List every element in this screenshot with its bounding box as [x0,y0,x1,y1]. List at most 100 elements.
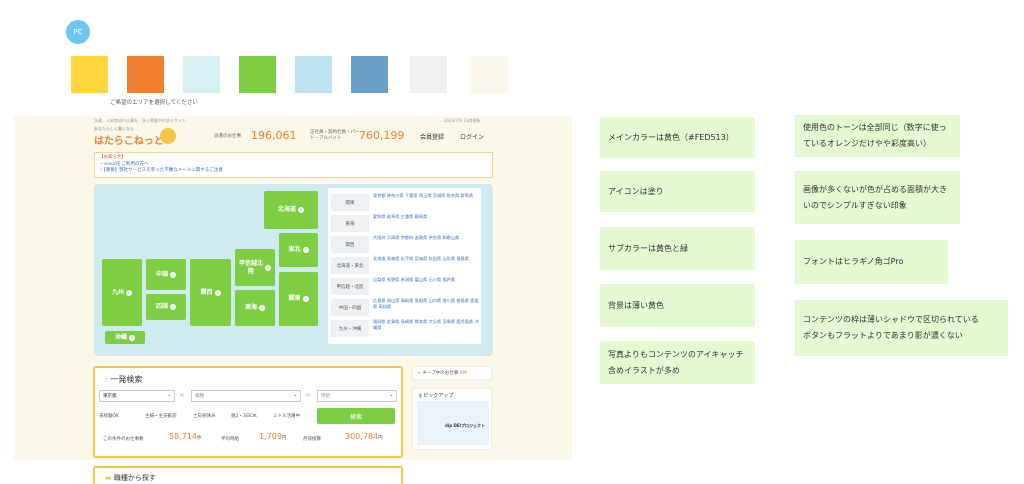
arrow-icon: › [126,289,132,296]
region-label: 関西 [200,288,213,296]
search-button[interactable]: 検索 [317,408,395,424]
arrow-icon: › [298,207,304,213]
prefecture-select-value: 東京都 [103,394,117,399]
filter-check[interactable]: 土日祝休み [193,413,216,419]
note-icons: アイコンは塗り [600,171,755,212]
color-swatch-cream [471,56,508,93]
pref-row-label: 甲信越・北陸 [331,278,369,295]
x-icon: × [305,391,311,399]
filter-check[interactable]: 週2・3日OK [231,413,257,419]
pref-row: 甲信越・北陸 山梨県 長野県 新潟県 富山県 石川県 福井県 [331,276,478,297]
prefecture-table: 関東 東京都 神奈川県 千葉県 埼玉県 茨城県 栃木県 群馬県 東海 愛知県 岐阜県… [328,188,481,344]
color-swatch-gray [410,56,447,93]
monthly-label: 月収換算 [303,437,321,442]
search-title-text: 一発検索 [110,375,143,384]
pref-links[interactable]: 北海道 青森県 岩手県 宮城県 秋田県 山形県 福島県 [373,256,479,262]
site-tagline: 派遣、人材育成の仕事を、多く掲載中の求人サイト [94,118,186,123]
prefecture-select[interactable]: 東京都 ⌄ [99,390,175,402]
quick-search-panel: ☝ 一発検索 東京都 ⌄ × 職種 ⌄ × 時給 ⌄ 未経験OK 主婦・主夫歓迎 土日… [93,366,403,458]
hourly-label: 平均時給 [221,437,239,442]
note-tone: 使用色のトーンは全部同じ（数字に使っているオレンジだけやや彩度高い） [795,115,960,157]
monthly-value: 300,784円 [345,432,383,441]
count-number: 58,714 [169,432,197,441]
pref-links[interactable]: 東京都 神奈川県 千葉県 埼玉県 茨城県 栃木県 群馬県 [373,193,479,199]
pref-links[interactable]: 福岡県 佐賀県 長崎県 熊本県 大分県 宮崎県 鹿児島県 沖縄県 [373,319,479,331]
hourly-value: 1,709円 [259,432,286,441]
count-unit: 件 [197,436,202,441]
pay-select[interactable]: 時給 ⌄ [317,390,397,402]
job-category-title: 職種から探す [113,474,156,482]
pay-select-value: 時給 [321,394,330,399]
region-tohoku[interactable]: 東北 › [279,233,318,267]
arrow-icon: › [170,271,176,278]
arrow-icon: › [302,247,309,253]
color-swatch-green [239,56,276,93]
filter-check[interactable]: 未経験OK [99,413,119,419]
keep-label: キープ中のお仕事 [422,371,459,376]
note-background: 背景は薄い黄色 [600,284,755,327]
region-chugoku[interactable]: 中国 › [146,259,186,290]
hand-icon: ☝ [103,375,108,384]
search-title: ☝ 一発検索 [103,374,142,385]
note-main-color: メインカラーは黄色（#FED513） [600,117,755,158]
notice-link-2[interactable]: ・【重要】弊社サービスを装った不審なメールに関するご注意 [99,168,488,175]
note-color-area: 画像が多くないが色が占める面積が大きいのでシンプルすぎない印象 [795,171,960,224]
job-category-panel: ▬ 職種から探す [93,466,403,484]
notice-box: 【お知らせ】 ・icloudをご利用の方へ ・【重要】弊社サービスを装った不審な… [94,152,493,178]
pref-row: 中国・四国 広島県 岡山県 鳥取県 島根県 山口県 香川県 徳島県 愛媛県 高知県 [331,297,479,318]
filter-check[interactable]: 主婦・主夫歓迎 [145,413,177,419]
color-swatch-light-blue [295,56,332,93]
pref-row-label: 関西 [331,236,369,253]
pref-row: 北海道・東北 北海道 青森県 岩手県 宮城県 秋田県 山形県 福島県 [331,255,478,276]
pickup-box[interactable]: ▮ ピックアップ dip DEIプロジェクト [412,388,492,450]
pickup-banner[interactable]: dip DEIプロジェクト [417,401,489,445]
pref-row-label: 関東 [331,194,369,211]
pref-links[interactable]: 大阪府 兵庫県 京都府 滋賀県 奈良県 和歌山県 [373,235,479,241]
color-swatch-light-cyan [183,56,220,93]
count-label: この条件のお仕事数 [103,437,144,442]
pref-row-label: 東海 [331,215,369,232]
note-shadow-line1: コンテンツの枠は薄いシャドウで区切られている [803,315,979,324]
monthly-number: 300,784 [345,432,379,441]
region-okinawa[interactable]: 沖縄 › [105,331,145,344]
pref-links[interactable]: 広島県 岡山県 鳥取県 島根県 山口県 香川県 徳島県 愛媛県 高知県 [373,298,479,310]
note-illustrations: 写真よりもコンテンツのアイキャッチ含めイラストが多め [600,341,755,384]
chevron-down-icon: ⌄ [167,393,171,398]
region-kyushu[interactable]: 九州 › [102,259,142,326]
area-prompt: ご希望のエリアを選択してください [90,93,218,111]
site-logo[interactable]: あなたらしく働くなら はたらこねっと [94,126,164,147]
pref-row-label: 北海道・東北 [331,257,369,274]
pref-links[interactable]: 愛知県 岐阜県 三重県 静岡県 [373,214,479,220]
hourly-unit: 円 [281,436,287,441]
chevron-down-icon: ⌄ [389,393,393,398]
filter-check[interactable]: ミドル活躍中 [273,413,300,419]
region-label: 北海道 [277,206,296,213]
region-koshinetsu[interactable]: 甲信越北陸 › [235,249,275,286]
region-label: 九州 [111,288,124,296]
canvas: PC 派遣、人材育成の仕事を、多く掲載中の求人サイト あなたらしく働くなら はた… [0,0,1024,484]
region-hokkaido[interactable]: 北海道 › [264,191,318,229]
arrow-icon: › [214,289,221,296]
keep-box[interactable]: ★ キープ中のお仕事 0件 [412,366,492,380]
region-label: 四国 [155,303,168,310]
pref-links[interactable]: 山梨県 長野県 新潟県 富山県 石川県 福井県 [373,277,479,283]
pref-row-label: 中国・四国 [331,299,369,316]
arrow-icon: › [170,304,176,310]
register-button[interactable]: 会員登録 [420,132,444,141]
region-kanto[interactable]: 関東 › [279,272,318,326]
x-icon: × [179,391,185,399]
cat-mascot-icon [160,128,176,144]
logo-subtitle: あなたらしく働くなら [94,126,134,131]
region-kansai[interactable]: 関西 › [190,259,231,326]
login-button[interactable]: ログイン [460,132,484,141]
job-select[interactable]: 職種 ⌄ [191,390,301,402]
region-tokai[interactable]: 東海 › [235,290,275,326]
hourly-number: 1,709 [259,432,282,441]
note-sub-color: サブカラーは黄色と緑 [600,227,755,270]
region-label: 東北 [288,246,301,253]
pref-row: 関西 大阪府 兵庫県 京都府 滋賀県 奈良県 和歌山県 [331,234,478,255]
pc-badge: PC [66,20,90,44]
dispatch-label: 派遣のお仕事 [214,134,241,139]
region-shikoku[interactable]: 四国 › [146,294,186,320]
logo-text: はたらこねっと [94,136,164,147]
